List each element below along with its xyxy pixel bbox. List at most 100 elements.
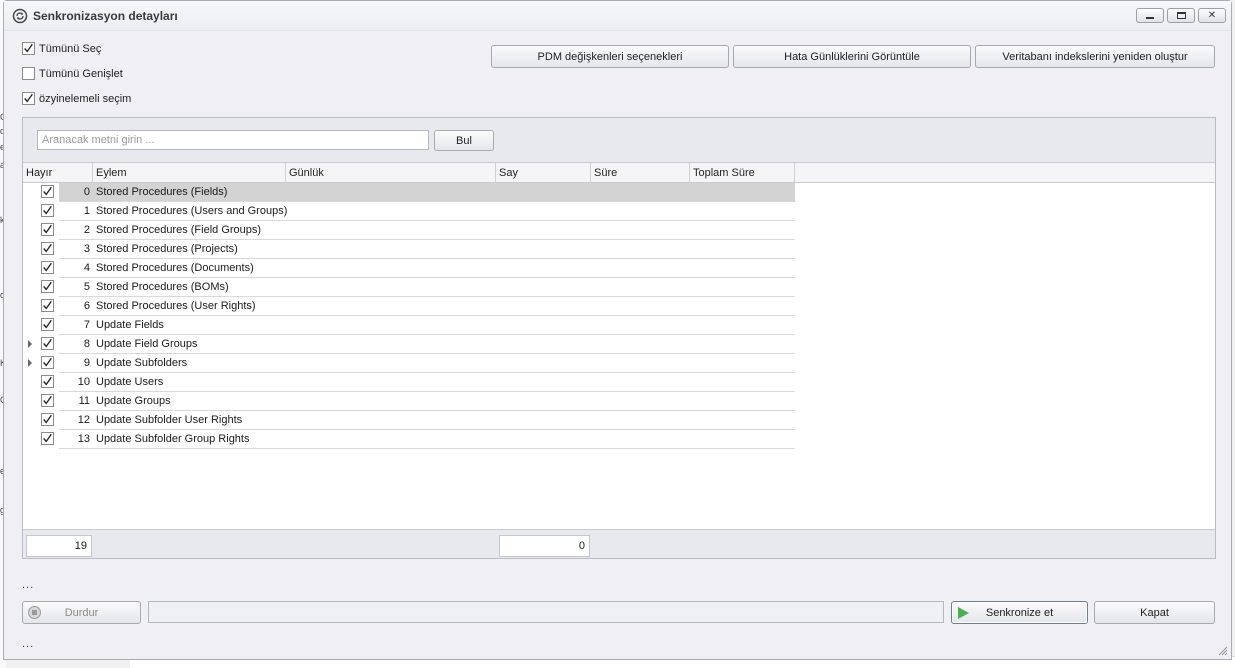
close-icon: ✕ xyxy=(1207,10,1217,21)
row-checkbox[interactable] xyxy=(41,204,54,217)
table-row[interactable]: 5 Stored Procedures (BOMs) xyxy=(23,278,795,297)
row-number: 0 xyxy=(83,186,90,198)
sync-label: Senkronize et xyxy=(985,606,1054,619)
checkbox-unchecked-icon xyxy=(22,67,35,80)
row-action: Update Subfolders xyxy=(96,357,188,369)
title-bar[interactable]: Senkronizasyon detayları ✕ xyxy=(4,1,1231,31)
expand-all-checkbox[interactable]: Tümünü Genişlet xyxy=(22,67,123,80)
table-row[interactable]: 11 Update Groups xyxy=(23,392,795,411)
row-action: Stored Procedures (Documents) xyxy=(96,262,254,274)
row-checkbox[interactable] xyxy=(41,356,54,369)
column-header-count[interactable]: Say xyxy=(496,163,591,183)
table-row[interactable]: 2 Stored Procedures (Field Groups) xyxy=(23,221,795,240)
sync-app-icon xyxy=(11,7,28,24)
close-window-button[interactable]: ✕ xyxy=(1198,8,1226,23)
stop-label: Durdur xyxy=(64,606,99,619)
search-input[interactable] xyxy=(37,130,429,150)
maximize-button[interactable] xyxy=(1167,8,1195,23)
table-row[interactable]: 1 Stored Procedures (Users and Groups) xyxy=(23,202,795,221)
stop-icon xyxy=(28,606,41,619)
window-title: Senkronizasyon detayları xyxy=(33,9,178,23)
minimize-button[interactable] xyxy=(1136,8,1164,23)
row-checkbox[interactable] xyxy=(41,185,54,198)
rebuild-indexes-button[interactable]: Veritabanı indekslerini yeniden oluştur xyxy=(975,45,1215,68)
sync-panel: Bul Hayır Eylem Günlük Say Süre Toplam S… xyxy=(22,117,1216,559)
select-all-checkbox[interactable]: Tümünü Seç xyxy=(22,42,101,55)
column-header-total-duration[interactable]: Toplam Süre xyxy=(690,163,795,183)
actions-grid: Hayır Eylem Günlük Say Süre Toplam Süre … xyxy=(23,162,1215,529)
row-number: 2 xyxy=(83,224,90,236)
row-action: Update Subfolder Group Rights xyxy=(96,433,250,445)
row-number: 9 xyxy=(83,357,90,369)
row-action: Update Users xyxy=(96,376,164,388)
table-row[interactable]: 0 Stored Procedures (Fields) xyxy=(23,183,795,202)
table-row[interactable]: 6 Stored Procedures (User Rights) xyxy=(23,297,795,316)
table-row[interactable]: 4 Stored Procedures (Documents) xyxy=(23,259,795,278)
checkbox-checked-icon xyxy=(22,42,35,55)
row-checkbox[interactable] xyxy=(41,394,54,407)
row-action: Stored Procedures (Fields) xyxy=(96,186,228,198)
maximize-icon xyxy=(1176,12,1186,19)
expand-all-label: Tümünü Genişlet xyxy=(39,67,123,80)
stop-button[interactable]: Durdur xyxy=(22,601,141,624)
row-action: Stored Procedures (Field Groups) xyxy=(96,224,262,236)
minimize-icon xyxy=(1146,17,1154,19)
select-all-label: Tümünü Seç xyxy=(39,42,102,55)
row-action: Stored Procedures (Projects) xyxy=(96,243,238,255)
row-action: Update Subfolder User Rights xyxy=(96,414,243,426)
table-row[interactable]: 12 Update Subfolder User Rights xyxy=(23,411,795,430)
column-header-duration[interactable]: Süre xyxy=(591,163,690,183)
expand-arrow-icon[interactable] xyxy=(28,359,32,367)
row-checkbox[interactable] xyxy=(41,242,54,255)
play-icon xyxy=(958,607,969,619)
table-row[interactable]: 13 Update Subfolder Group Rights xyxy=(23,430,795,449)
table-row[interactable]: 8 Update Field Groups xyxy=(23,335,795,354)
close-button[interactable]: Kapat xyxy=(1094,601,1215,624)
view-error-logs-button[interactable]: Hata Günlüklerini Görüntüle xyxy=(733,45,971,68)
row-checkbox[interactable] xyxy=(41,261,54,274)
expand-arrow-icon[interactable] xyxy=(28,340,32,348)
row-checkbox[interactable] xyxy=(41,413,54,426)
resize-grip-icon[interactable] xyxy=(1218,646,1228,656)
table-row[interactable]: 7 Update Fields xyxy=(23,316,795,335)
column-header-log[interactable]: Günlük xyxy=(286,163,496,183)
row-checkbox[interactable] xyxy=(41,223,54,236)
row-number: 7 xyxy=(83,319,90,331)
row-action: Update Fields xyxy=(96,319,164,331)
row-number: 12 xyxy=(77,414,90,426)
row-action: Update Field Groups xyxy=(96,338,198,350)
row-checkbox[interactable] xyxy=(41,280,54,293)
row-checkbox[interactable] xyxy=(41,318,54,331)
column-header-no[interactable]: Hayır xyxy=(23,163,93,183)
row-action: Stored Procedures (Users and Groups) xyxy=(96,205,288,217)
table-row[interactable]: 10 Update Users xyxy=(23,373,795,392)
row-checkbox[interactable] xyxy=(41,337,54,350)
find-button[interactable]: Bul xyxy=(434,130,494,151)
row-number: 13 xyxy=(77,433,90,445)
row-number: 10 xyxy=(77,376,90,388)
recursive-selection-label: özyinelemeli seçim xyxy=(39,92,132,105)
row-number: 11 xyxy=(78,395,90,407)
column-header-action[interactable]: Eylem xyxy=(93,163,286,183)
row-divider xyxy=(59,448,795,449)
table-row[interactable]: 9 Update Subfolders xyxy=(23,354,795,373)
row-checkbox[interactable] xyxy=(41,299,54,312)
recursive-selection-checkbox[interactable]: özyinelemeli seçim xyxy=(22,92,131,105)
grid-header: Hayır Eylem Günlük Say Süre Toplam Süre xyxy=(23,163,1215,183)
row-action: Stored Procedures (User Rights) xyxy=(96,300,256,312)
sync-details-dialog: Senkronizasyon detayları ✕ Tümünü Seç Tü… xyxy=(3,0,1232,660)
row-checkbox[interactable] xyxy=(41,375,54,388)
grid-footer: 19 0 xyxy=(23,529,1215,558)
table-row[interactable]: 3 Stored Procedures (Projects) xyxy=(23,240,795,259)
sync-progress-bar xyxy=(148,601,944,623)
row-number: 4 xyxy=(83,262,90,274)
row-checkbox[interactable] xyxy=(41,432,54,445)
row-number: 1 xyxy=(83,205,90,217)
pdm-options-button[interactable]: PDM değişkenleri seçenekleri xyxy=(491,45,729,68)
row-number: 3 xyxy=(83,243,90,255)
status-text-lower: ... xyxy=(22,638,35,650)
row-action: Stored Procedures (BOMs) xyxy=(96,281,229,293)
sync-button[interactable]: Senkronize et xyxy=(951,601,1088,624)
row-number: 5 xyxy=(83,281,90,293)
footer-total: 19 xyxy=(26,535,92,557)
